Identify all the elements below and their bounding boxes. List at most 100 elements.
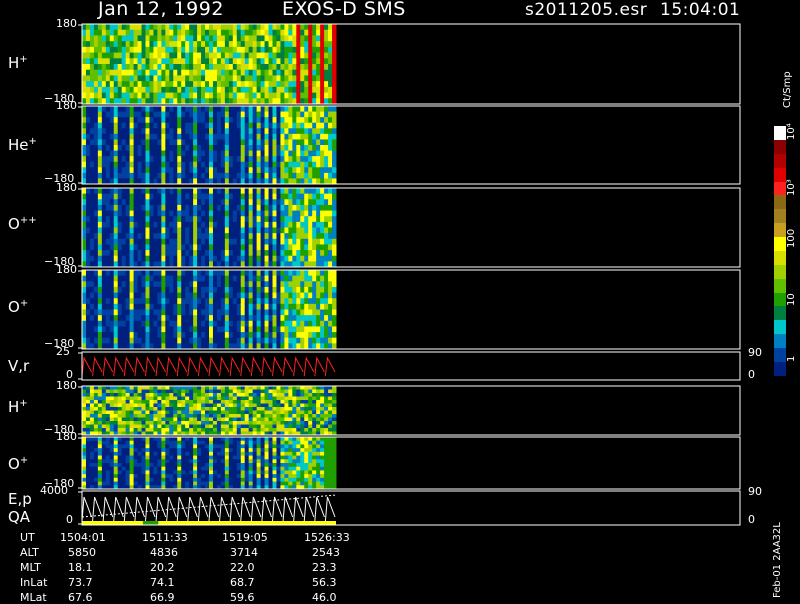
spectrogram-cell	[94, 53, 98, 59]
spectrogram-cell	[221, 58, 225, 64]
spectrogram-cell	[284, 173, 288, 179]
spectrogram-cell	[110, 276, 114, 282]
spectrogram-cell	[300, 270, 304, 276]
spectrogram-cell	[328, 428, 332, 432]
spectrogram-cell	[308, 298, 312, 304]
spectrogram-cell	[225, 228, 229, 234]
spectrogram-cell	[169, 414, 173, 418]
spectrogram-cell	[213, 293, 217, 299]
spectrogram-cell	[193, 123, 197, 129]
spectrogram-cell	[253, 270, 257, 276]
spectrogram-cell	[118, 390, 122, 394]
spectrogram-cell	[142, 58, 146, 64]
spectrogram-cell	[237, 276, 241, 282]
spectrogram-cell	[110, 216, 114, 222]
spectrogram-cell	[177, 441, 181, 445]
spectrogram-cell	[181, 287, 185, 293]
spectrogram-cell	[284, 216, 288, 222]
spectrogram-cell	[94, 276, 98, 282]
spectrogram-cell	[157, 332, 161, 338]
spectrogram-cell	[217, 123, 221, 129]
spectrogram-cell	[201, 123, 205, 129]
spectrogram-cell	[320, 400, 324, 404]
spectrogram-cell	[149, 452, 153, 456]
spectrogram-cell	[165, 194, 169, 200]
spectrogram-cell	[253, 81, 257, 87]
spectrogram-cell	[332, 205, 336, 211]
spectrogram-cell	[197, 151, 201, 157]
spectrogram-cell	[280, 162, 284, 168]
spectrogram-cell	[177, 194, 181, 200]
spectrogram-cell	[249, 222, 253, 228]
spectrogram-cell	[328, 35, 332, 41]
spectrogram-cell	[233, 397, 237, 401]
spectrogram-cell	[110, 58, 114, 64]
spectrogram-cell	[149, 162, 153, 168]
spectrogram-cell	[146, 310, 150, 316]
spectrogram-cell	[98, 287, 102, 293]
spectrogram-cell	[316, 139, 320, 145]
spectrogram-cell	[233, 250, 237, 256]
spectrogram-cell	[316, 117, 320, 123]
spectrogram-cell	[193, 167, 197, 173]
spectrogram-cell	[221, 233, 225, 239]
spectrogram-cell	[249, 276, 253, 282]
spectrogram-cell	[134, 156, 138, 162]
spectrogram-cell	[237, 228, 241, 234]
spectrogram-cell	[193, 444, 197, 448]
spectrogram-cell	[197, 188, 201, 194]
spectrogram-cell	[209, 205, 213, 211]
spectrogram-cell	[153, 298, 157, 304]
spectrogram-cell	[229, 404, 233, 408]
spectrogram-cell	[300, 310, 304, 316]
spectrogram-cell	[94, 298, 98, 304]
spectrogram-cell	[201, 81, 205, 87]
spectrogram-cell	[201, 211, 205, 217]
spectrogram-cell	[253, 421, 257, 425]
spectrogram-cell	[308, 397, 312, 401]
spectrogram-cell	[149, 112, 153, 118]
spectrogram-cell	[320, 239, 324, 245]
spectrogram-cell	[130, 281, 134, 287]
spectrogram-cell	[169, 117, 173, 123]
spectrogram-cell	[169, 315, 173, 321]
spectrogram-cell	[134, 228, 138, 234]
spectrogram-cell	[102, 30, 106, 36]
spectrogram-cell	[165, 216, 169, 222]
spectrogram-cell	[173, 411, 177, 415]
spectrogram-cell	[273, 222, 277, 228]
spectrogram-cell	[328, 425, 332, 429]
spectrogram-cell	[181, 81, 185, 87]
spectrogram-cell	[249, 390, 253, 394]
spectrogram-cell	[98, 145, 102, 151]
spectrogram-cell	[86, 444, 90, 448]
spectrogram-cell	[269, 216, 273, 222]
spectrogram-cell	[209, 310, 213, 316]
spectrogram-cell	[312, 128, 316, 134]
spectrogram-cell	[304, 407, 308, 411]
spectrogram-cell	[161, 304, 165, 310]
spectrogram-cell	[312, 24, 316, 30]
spectrogram-cell	[241, 321, 245, 327]
spectrogram-cell	[245, 386, 249, 390]
spectrogram-cell	[316, 194, 320, 200]
spectrogram-cell	[328, 216, 332, 222]
spectrogram-cell	[284, 47, 288, 53]
spectrogram-cell	[165, 411, 169, 415]
spectrogram-cell	[130, 448, 134, 452]
spectrogram-cell	[181, 298, 185, 304]
spectrogram-cell	[233, 47, 237, 53]
spectrogram-cell	[205, 81, 209, 87]
spectrogram-cell	[134, 482, 138, 486]
spectrogram-cell	[209, 244, 213, 250]
spectrogram-cell	[316, 162, 320, 168]
spectrogram-cell	[122, 332, 126, 338]
spectrogram-cell	[284, 93, 288, 99]
spectrogram-cell	[253, 117, 257, 123]
spectrogram-cell	[296, 106, 300, 112]
spectrogram-cell	[288, 222, 292, 228]
spectrogram-cell	[130, 112, 134, 118]
spectrogram-cell	[94, 199, 98, 205]
spectrogram-cell	[253, 228, 257, 234]
spectrogram-cell	[118, 117, 122, 123]
